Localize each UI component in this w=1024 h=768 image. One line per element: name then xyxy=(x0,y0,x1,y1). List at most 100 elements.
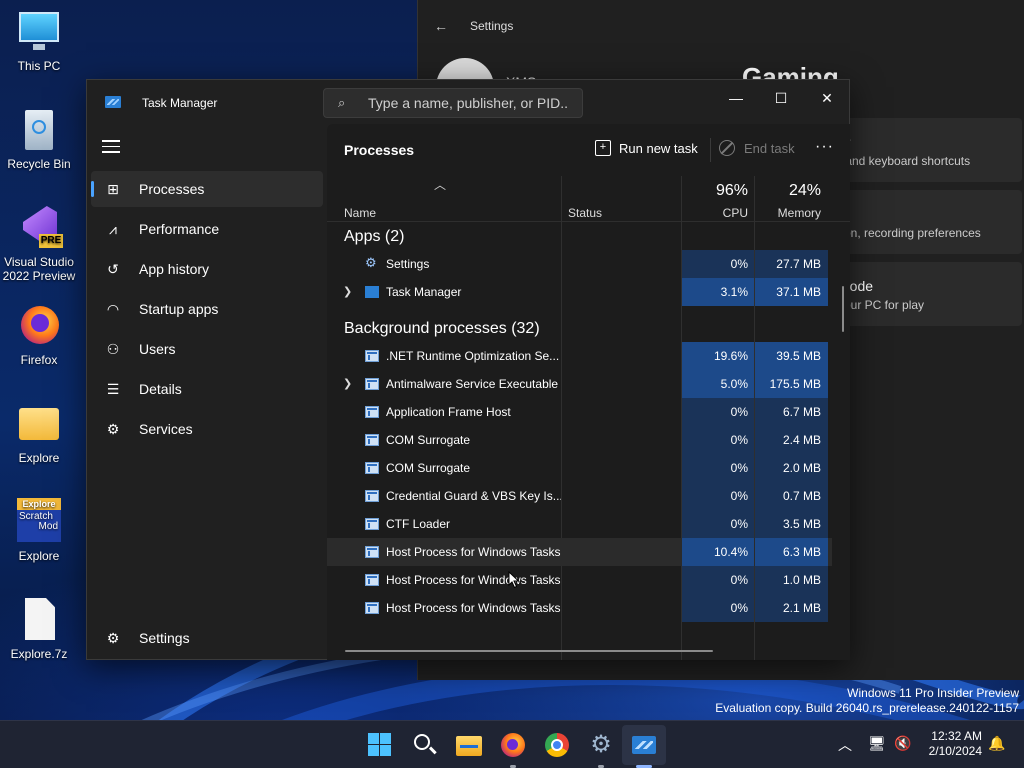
desktop-icon-explore-scratch[interactable]: Explore Scratch Mod Explore xyxy=(0,498,78,563)
process-memory: 6.3 MB xyxy=(755,538,828,566)
sidebar-item-users[interactable]: ⚇ Users xyxy=(91,331,323,367)
table-row[interactable]: COM Surrogate 0% 2.0 MB xyxy=(327,454,832,482)
column-header-memory-percent[interactable]: 24% xyxy=(761,182,821,200)
process-name: Host Process for Windows Tasks xyxy=(386,545,561,559)
settings-card-game-bar[interactable]: ar r and keyboard shortcuts xyxy=(838,118,1022,182)
file-explorer-icon[interactable] xyxy=(455,731,483,759)
minimize-button[interactable]: — xyxy=(713,84,759,112)
group-header[interactable]: Apps (2) xyxy=(344,228,404,246)
sidebar-item-label: Services xyxy=(139,421,193,437)
chevron-right-icon[interactable]: ❯ xyxy=(343,285,352,298)
table-row[interactable]: Application Frame Host 0% 6.7 MB xyxy=(327,398,832,426)
desktop-icon-explore-folder[interactable]: Explore xyxy=(0,400,78,465)
volume-muted-icon[interactable]: 🔇 xyxy=(894,735,911,752)
task-manager-window[interactable]: Task Manager ⌕ — ☐ ✕ ⊞ Processes ⩘ Perfo… xyxy=(86,79,850,660)
column-header-cpu[interactable]: CPU xyxy=(688,206,748,220)
process-memory: 0.7 MB xyxy=(755,482,828,510)
process-cpu: 0% xyxy=(682,510,754,538)
desktop-icon-explore-7z[interactable]: Explore.7z xyxy=(0,596,78,661)
table-row[interactable]: Host Process for Windows Tasks 0% 2.1 MB xyxy=(327,594,832,622)
search-input[interactable] xyxy=(368,95,568,111)
column-header-status[interactable]: Status xyxy=(568,206,602,220)
process-name: Credential Guard & VBS Key Is... xyxy=(386,489,561,503)
table-row[interactable]: Credential Guard & VBS Key Is... 0% 0.7 MB xyxy=(327,482,832,510)
run-task-icon: + xyxy=(595,140,611,156)
process-cpu: 5.0% xyxy=(682,370,754,398)
sidebar-item-performance[interactable]: ⩘ Performance xyxy=(91,211,323,247)
sidebar-item-settings[interactable]: ⚙ Settings xyxy=(91,620,323,656)
start-icon[interactable] xyxy=(366,731,394,759)
table-row[interactable]: ❯ Antimalware Service Executable 5.0% 175.5… xyxy=(327,370,832,398)
process-memory: 2.4 MB xyxy=(755,426,828,454)
table-row[interactable]: Host Process for Windows Tasks 0% 1.0 MB xyxy=(327,566,832,594)
table-row[interactable]: ⚙ Settings 0% 27.7 MB xyxy=(327,250,832,278)
toolbar-divider xyxy=(710,138,711,162)
desktop-icon-label: Explore.7z xyxy=(10,647,68,661)
run-new-task-button[interactable]: + Run new task xyxy=(595,140,698,156)
search-icon: ⌕ xyxy=(338,95,346,110)
chevron-right-icon[interactable]: ❯ xyxy=(343,377,352,390)
settings-icon[interactable]: ⚙ xyxy=(587,731,615,759)
process-memory: 27.7 MB xyxy=(755,250,828,278)
desktop-icon-recycle-bin[interactable]: Recycle Bin xyxy=(0,106,78,171)
processes-icon: ⊞ xyxy=(107,180,119,197)
chrome-icon[interactable] xyxy=(543,731,571,759)
folder-icon xyxy=(15,400,63,448)
maximize-button[interactable]: ☐ xyxy=(758,84,804,112)
close-button[interactable]: ✕ xyxy=(804,84,850,112)
column-header-memory[interactable]: Memory xyxy=(761,206,821,220)
sidebar-item-label: App history xyxy=(139,261,210,277)
notification-bell-icon[interactable]: 🔔 xyxy=(988,735,1005,752)
settings-card-game-mode[interactable]: Mode your PC for play xyxy=(838,262,1022,326)
search-icon[interactable] xyxy=(411,731,439,759)
back-arrow-icon[interactable]: ← xyxy=(434,18,452,34)
sidebar-item-processes[interactable]: ⊞ Processes xyxy=(91,171,323,207)
task-manager-icon[interactable] xyxy=(630,731,658,759)
desktop-icon-firefox[interactable]: Firefox xyxy=(0,302,78,367)
search-box[interactable]: ⌕ xyxy=(323,88,583,118)
column-header-name[interactable]: Name xyxy=(344,206,376,220)
process-icon xyxy=(365,462,379,474)
firefox-icon[interactable] xyxy=(499,731,527,759)
chevron-up-icon: ︿ xyxy=(434,178,447,192)
table-row[interactable]: COM Surrogate 0% 2.4 MB xyxy=(327,426,832,454)
desktop-icon-visual-studio[interactable]: PRE Visual Studio 2022 Preview xyxy=(0,204,78,283)
task-manager-icon xyxy=(105,96,121,108)
page-title: Processes xyxy=(344,142,415,158)
chevron-up-icon[interactable]: ︿ xyxy=(838,735,852,755)
table-row[interactable]: Host Process for Windows Tasks 10.4% 6.3 M… xyxy=(327,538,832,566)
process-cpu: 0% xyxy=(682,426,754,454)
command-bar: Processes + Run new task End task ··· xyxy=(327,124,850,174)
sidebar-item-label: Performance xyxy=(139,221,220,237)
clock[interactable]: 12:32 AM 2/10/2024 xyxy=(920,729,982,759)
table-row[interactable]: .NET Runtime Optimization Se... 19.6% 39.5… xyxy=(327,342,832,370)
file-icon xyxy=(15,596,63,644)
title-bar[interactable]: Task Manager ⌕ — ☐ ✕ xyxy=(87,80,849,124)
table-row[interactable]: ❯ Task Manager 3.1% 37.1 MB xyxy=(327,278,832,306)
column-header-cpu-percent[interactable]: 96% xyxy=(688,182,748,200)
vertical-scrollbar[interactable] xyxy=(842,286,844,332)
sidebar-item-details[interactable]: ☰ Details xyxy=(91,371,323,407)
sidebar-item-startup-apps[interactable]: ◠ Startup apps xyxy=(91,291,323,327)
more-options-button[interactable]: ··· xyxy=(815,138,834,156)
process-icon xyxy=(365,350,379,362)
sidebar-item-app-history[interactable]: ↺ App history xyxy=(91,251,323,287)
sidebar-item-services[interactable]: ⚙ Services xyxy=(91,411,323,447)
group-header[interactable]: Background processes (32) xyxy=(344,320,540,338)
horizontal-scrollbar[interactable] xyxy=(345,650,713,652)
hamburger-menu-icon[interactable] xyxy=(102,140,120,154)
process-icon xyxy=(365,406,379,418)
desktop-icon-label: Explore xyxy=(18,549,60,563)
process-memory: 6.7 MB xyxy=(755,398,828,426)
process-icon xyxy=(365,602,379,614)
desktop-icon-label: This PC xyxy=(17,59,61,73)
settings-card-captures[interactable]: s tion, recording preferences xyxy=(838,190,1022,254)
settings-titlebar: ← Settings xyxy=(418,0,1024,52)
sidebar-item-label: Details xyxy=(139,381,182,397)
end-task-button[interactable]: End task xyxy=(719,140,795,156)
process-icon xyxy=(365,378,379,390)
process-memory: 1.0 MB xyxy=(755,566,828,594)
desktop-icon-this-pc[interactable]: This PC xyxy=(0,8,78,73)
table-row[interactable]: CTF Loader 0% 3.5 MB xyxy=(327,510,832,538)
network-icon[interactable]: 🖥 xyxy=(868,735,886,752)
